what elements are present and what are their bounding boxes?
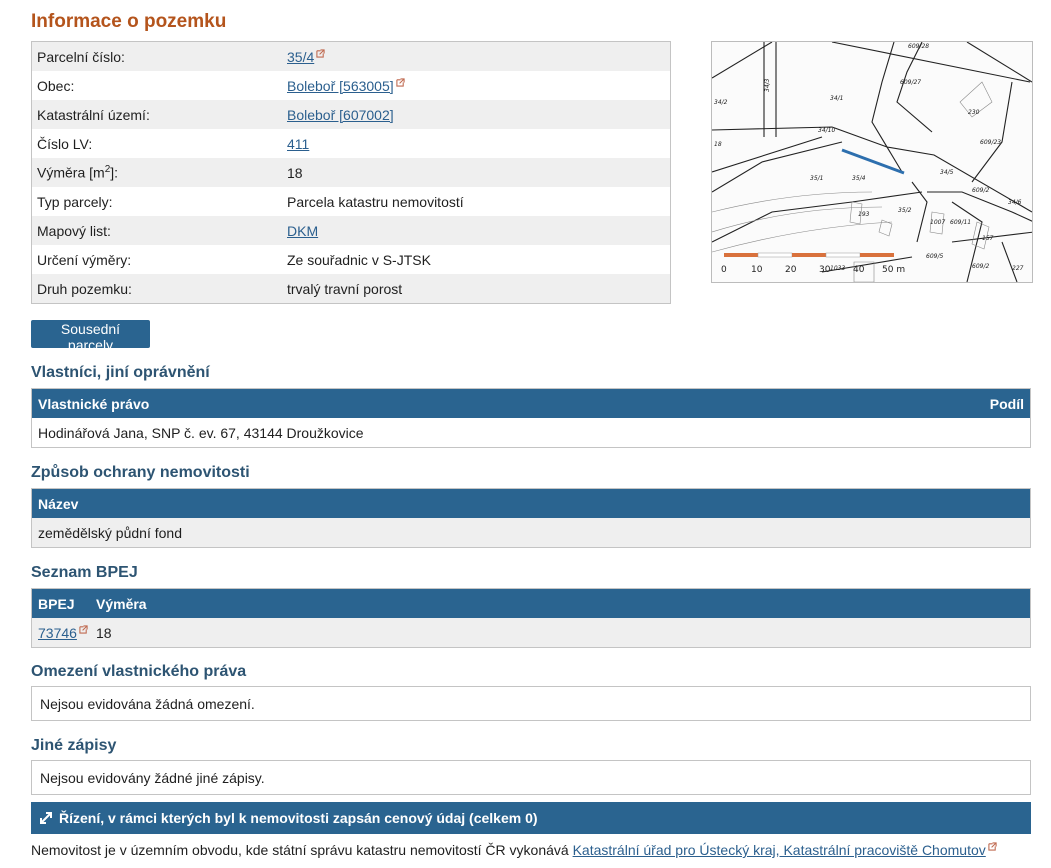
scale-label: 30 bbox=[819, 265, 831, 275]
info-label: Obec: bbox=[37, 77, 75, 94]
lv-number-link[interactable]: 411 bbox=[287, 136, 309, 152]
protection-table-header: Název bbox=[32, 489, 1030, 518]
page-title: Informace o pozemku bbox=[31, 11, 227, 32]
footer-text: Nemovitost je v územním obvodu, kde stát… bbox=[31, 842, 573, 858]
info-label: Číslo LV: bbox=[37, 135, 93, 152]
table-row: Hodinářová Jana, SNP č. ev. 67, 43144 Dr… bbox=[32, 418, 1030, 447]
protection-section-title: Způsob ochrany nemovitosti bbox=[31, 464, 250, 481]
info-row-area-determination: Určení výměry: Ze souřadnic v S-JTSK bbox=[32, 245, 670, 274]
info-row-municipality: Obec: Boleboř [563005] bbox=[32, 71, 670, 100]
map-sheet-link[interactable]: DKM bbox=[287, 223, 318, 239]
external-link-icon bbox=[79, 624, 88, 634]
info-label: Katastrální území: bbox=[37, 106, 150, 123]
land-type-value: trvalý travní porost bbox=[287, 280, 403, 297]
protection-table: Název zemědělský půdní fond bbox=[31, 488, 1031, 548]
proceedings-expand-bar[interactable]: Řízení, v rámci kterých byl k nemovitost… bbox=[31, 802, 1031, 834]
owners-table: Vlastnické právo Podíl Hodinářová Jana, … bbox=[31, 388, 1031, 448]
svg-text:609/11: 609/11 bbox=[950, 219, 971, 226]
other-records-section-title: Jiné zápisy bbox=[31, 737, 117, 754]
svg-text:193: 193 bbox=[858, 211, 870, 218]
svg-text:34/1: 34/1 bbox=[830, 95, 843, 102]
svg-text:230: 230 bbox=[968, 109, 980, 116]
external-link-icon bbox=[988, 842, 997, 851]
scale-label: 50 m bbox=[882, 265, 905, 275]
bpej-table: BPEJ Výměra 73746 18 bbox=[31, 588, 1031, 648]
bpej-table-header: BPEJ Výměra bbox=[32, 589, 1030, 618]
svg-text:1007: 1007 bbox=[930, 219, 945, 226]
svg-text:18: 18 bbox=[714, 141, 722, 148]
cadastral-map[interactable]: 609/28 34/2 34/3 34/1 609/27 230 609/23 … bbox=[711, 41, 1033, 283]
svg-text:35/2: 35/2 bbox=[898, 207, 912, 214]
svg-text:34/2: 34/2 bbox=[714, 99, 728, 106]
bpej-section-title: Seznam BPEJ bbox=[31, 564, 138, 581]
restrictions-box: Nejsou evidována žádná omezení. bbox=[31, 686, 1031, 721]
scale-label: 40 bbox=[853, 265, 865, 275]
info-label: Typ parcely: bbox=[37, 193, 113, 210]
svg-text:609/27: 609/27 bbox=[900, 79, 921, 86]
info-label: Určení výměry: bbox=[37, 251, 132, 268]
info-row-cadastral-area: Katastrální území: Boleboř [607002] bbox=[32, 100, 670, 129]
restrictions-text: Nejsou evidována žádná omezení. bbox=[40, 695, 255, 712]
expand-icon bbox=[40, 812, 52, 824]
column-header-share: Podíl bbox=[989, 395, 1024, 412]
bpej-code-link[interactable]: 73746 bbox=[38, 625, 77, 641]
parcel-info-table: Parcelní číslo: 35/4 Obec: Boleboř [5630… bbox=[31, 41, 671, 304]
protection-type: zemědělský půdní fond bbox=[38, 524, 182, 541]
area-value: 18 bbox=[287, 164, 303, 181]
svg-text:227: 227 bbox=[1012, 265, 1024, 272]
scale-label: 10 bbox=[751, 265, 763, 275]
info-label: Mapový list: bbox=[37, 222, 111, 239]
bpej-area: 18 bbox=[96, 624, 112, 641]
owners-table-header: Vlastnické právo Podíl bbox=[32, 389, 1030, 418]
area-determination-value: Ze souřadnic v S-JTSK bbox=[287, 251, 431, 268]
cadastral-map-drawing: 609/28 34/2 34/3 34/1 609/27 230 609/23 … bbox=[712, 42, 1032, 282]
info-row-area: Výměra [m2]: 18 bbox=[32, 158, 670, 187]
external-link-icon bbox=[396, 77, 405, 87]
svg-text:35/4: 35/4 bbox=[852, 175, 866, 182]
parcel-type-value: Parcela katastru nemovitostí bbox=[287, 193, 464, 210]
info-row-parcel-number: Parcelní číslo: 35/4 bbox=[32, 42, 670, 71]
proceedings-label: Řízení, v rámci kterých byl k nemovitost… bbox=[59, 810, 538, 826]
svg-text:34/6: 34/6 bbox=[1008, 199, 1022, 206]
svg-text:609/2: 609/2 bbox=[972, 187, 989, 194]
svg-text:609/5: 609/5 bbox=[926, 253, 943, 260]
svg-text:1033: 1033 bbox=[830, 265, 845, 272]
cadastral-office-link[interactable]: Katastrální úřad pro Ústecký kraj, Katas… bbox=[573, 842, 986, 858]
footer-note: Nemovitost je v územním obvodu, kde stát… bbox=[31, 842, 997, 858]
column-header-bpej: BPEJ bbox=[38, 595, 75, 612]
external-link-icon bbox=[316, 48, 325, 58]
other-records-box: Nejsou evidovány žádné jiné zápisy. bbox=[31, 760, 1031, 795]
svg-text:157: 157 bbox=[982, 235, 994, 242]
owners-section-title: Vlastníci, jiní oprávnění bbox=[31, 364, 210, 381]
column-header-name: Název bbox=[38, 495, 79, 512]
table-row: 73746 18 bbox=[32, 618, 1030, 647]
info-label: Výměra [m2]: bbox=[37, 164, 119, 181]
restrictions-section-title: Omezení vlastnického práva bbox=[31, 663, 247, 680]
column-header-area: Výměra bbox=[96, 595, 147, 612]
info-row-parcel-type: Typ parcely: Parcela katastru nemovitost… bbox=[32, 187, 670, 216]
info-row-lv-number: Číslo LV: 411 bbox=[32, 129, 670, 158]
scale-label: 20 bbox=[785, 265, 797, 275]
svg-text:34/5: 34/5 bbox=[940, 169, 954, 176]
parcel-number-link[interactable]: 35/4 bbox=[287, 49, 314, 65]
other-records-text: Nejsou evidovány žádné jiné zápisy. bbox=[40, 769, 265, 786]
scale-label: 0 bbox=[721, 265, 727, 275]
info-label: Parcelní číslo: bbox=[37, 48, 125, 65]
svg-text:609/2: 609/2 bbox=[972, 263, 989, 270]
info-row-map-sheet: Mapový list: DKM bbox=[32, 216, 670, 245]
cadastral-area-link[interactable]: Boleboř [607002] bbox=[287, 107, 394, 123]
svg-text:609/28: 609/28 bbox=[908, 43, 929, 50]
svg-text:34/3: 34/3 bbox=[764, 78, 771, 92]
municipality-link[interactable]: Boleboř [563005] bbox=[287, 78, 394, 94]
info-row-land-type: Druh pozemku: trvalý travní porost bbox=[32, 274, 670, 303]
info-label: Druh pozemku: bbox=[37, 280, 132, 297]
svg-text:35/1: 35/1 bbox=[810, 175, 823, 182]
table-row: zemědělský půdní fond bbox=[32, 518, 1030, 547]
svg-text:609/23: 609/23 bbox=[980, 139, 1001, 146]
owner-name: Hodinářová Jana, SNP č. ev. 67, 43144 Dr… bbox=[38, 424, 364, 441]
column-header-ownership: Vlastnické právo bbox=[38, 395, 150, 412]
svg-text:34/10: 34/10 bbox=[818, 127, 835, 134]
neighbor-parcels-button[interactable]: Sousední parcely bbox=[31, 320, 150, 353]
